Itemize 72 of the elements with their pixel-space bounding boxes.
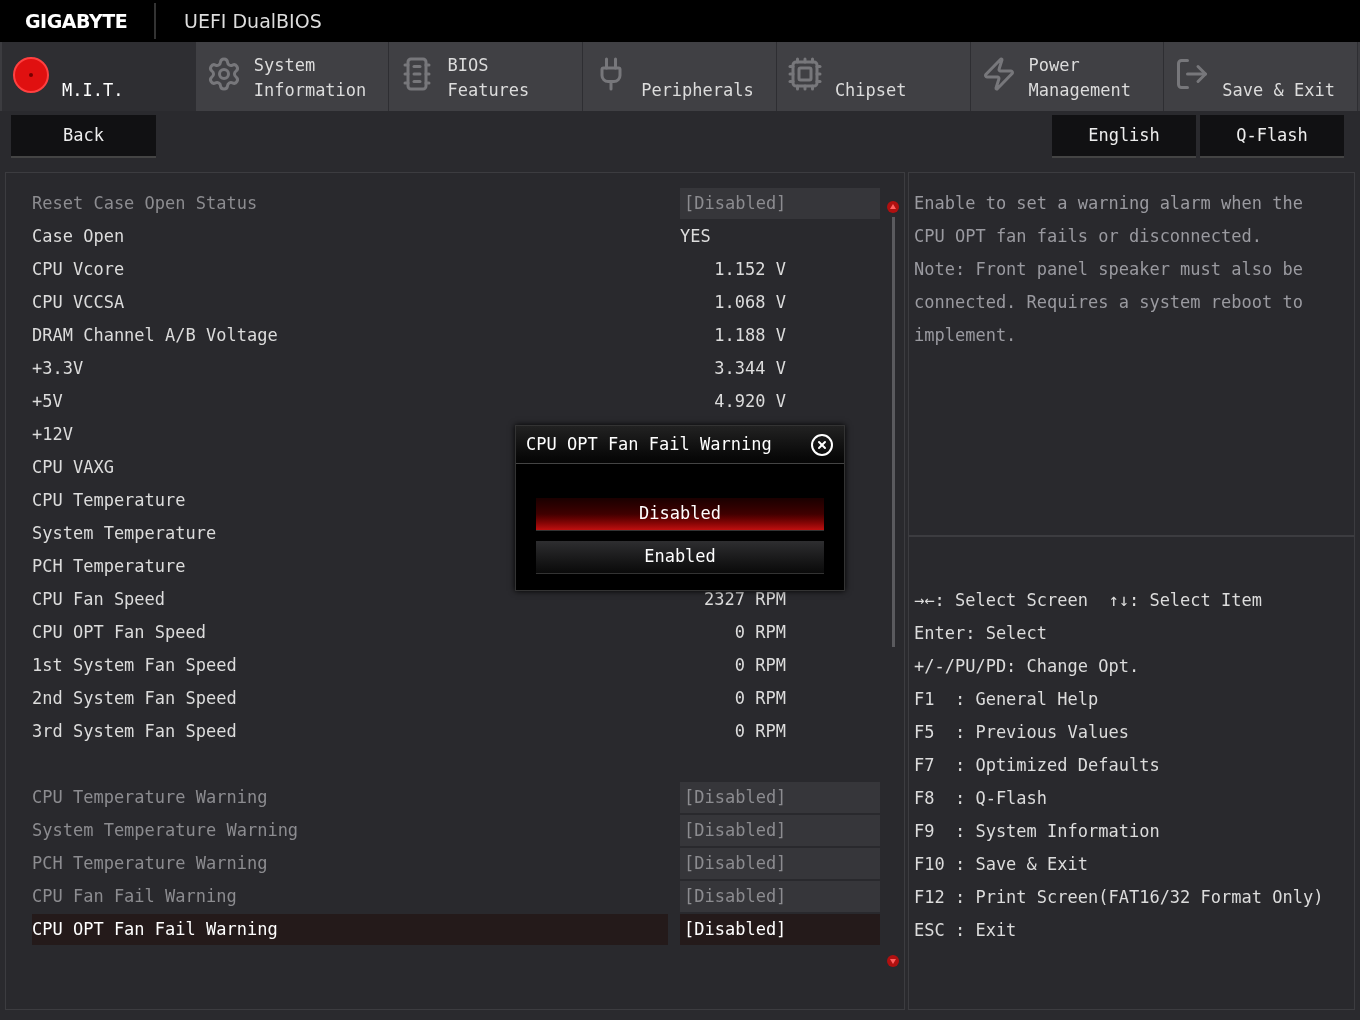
option-value[interactable]: [Disabled] bbox=[680, 914, 880, 945]
reading-value: 1.188 V bbox=[713, 323, 786, 347]
key-hint: →←: Select Screen ↑↓: Select Item bbox=[914, 589, 1263, 612]
setting-label[interactable]: +5V bbox=[32, 388, 63, 415]
chip-icon bbox=[786, 56, 823, 92]
key-hint: F1 : General Help bbox=[914, 688, 1100, 711]
key-hint: F8 : Q-Flash bbox=[914, 787, 1049, 810]
setting-label[interactable]: CPU Fan Speed bbox=[32, 586, 166, 613]
setting-label[interactable]: +3.3V bbox=[32, 355, 84, 382]
key-hint: F9 : System Information bbox=[914, 820, 1161, 843]
reading-value: 0 RPM bbox=[733, 653, 786, 677]
setting-label[interactable]: System Temperature bbox=[32, 520, 217, 547]
tab-label: Information bbox=[253, 79, 367, 102]
setting-label[interactable]: PCH Temperature bbox=[32, 553, 186, 580]
key-hint: F7 : Optimized Defaults bbox=[914, 754, 1161, 777]
brand-logo: GIGABYTE bbox=[24, 8, 129, 34]
reading-value: 3.344 V bbox=[713, 356, 786, 380]
tab-label: M.I.T. bbox=[62, 79, 124, 102]
reading-value: 0 RPM bbox=[733, 620, 786, 644]
setting-label[interactable]: CPU Temperature bbox=[32, 487, 186, 514]
menu-tab[interactable]: System Information bbox=[195, 42, 390, 111]
tab-label: Save & Exit bbox=[1222, 79, 1335, 102]
tab-label: BIOS bbox=[447, 54, 490, 77]
menu-tab[interactable]: Save & Exit bbox=[1164, 42, 1359, 111]
reading-value: 4.920 V bbox=[713, 389, 786, 413]
menu-tab[interactable]: Power Management bbox=[970, 42, 1165, 111]
status-value: YES bbox=[680, 224, 712, 248]
close-icon[interactable] bbox=[810, 432, 834, 457]
reading-value: 0 RPM bbox=[733, 719, 786, 743]
key-hint: F10 : Save & Exit bbox=[914, 853, 1089, 876]
setting-label[interactable]: CPU VCCSA bbox=[32, 289, 125, 316]
reading-value: 1.152 V bbox=[713, 257, 786, 281]
reading-value: 0 RPM bbox=[733, 686, 786, 710]
popup-title: CPU OPT Fan Fail Warning bbox=[526, 432, 772, 456]
menu-tab[interactable]: BIOS Features bbox=[389, 42, 584, 111]
product-title: UEFI DualBIOS bbox=[183, 8, 322, 34]
tab-label: Peripherals bbox=[641, 79, 754, 102]
key-hint: +/-/PU/PD: Change Opt. bbox=[914, 655, 1141, 678]
back-button[interactable]: Back bbox=[11, 115, 156, 156]
tab-label: System bbox=[253, 54, 317, 77]
scrollbar-thumb[interactable] bbox=[891, 217, 895, 647]
top-button[interactable]: English bbox=[1052, 115, 1196, 156]
help-text: Enable to set a warning alarm when the CPU OPT fan fails or disconnected. bbox=[914, 192, 1304, 248]
key-hint: F5 : Previous Values bbox=[914, 721, 1130, 744]
tab-label: Power bbox=[1028, 54, 1081, 77]
setting-label[interactable]: CPU VAXG bbox=[32, 454, 114, 481]
top-button[interactable]: Q-Flash bbox=[1200, 115, 1344, 156]
scroll-up-icon[interactable] bbox=[887, 201, 899, 213]
popup-option[interactable]: Enabled bbox=[536, 541, 824, 574]
help-text: Note: Front panel speaker must also be connected. Requires a system reboot to implement. bbox=[914, 258, 1304, 347]
popup-option[interactable]: Disabled bbox=[536, 498, 824, 531]
tab-label: Chipset bbox=[834, 79, 907, 102]
reading-value: 1.068 V bbox=[713, 290, 786, 314]
menu-tab[interactable]: Peripherals bbox=[583, 42, 777, 111]
scroll-down-icon[interactable] bbox=[887, 955, 899, 967]
setting-label[interactable]: CPU OPT Fan Speed bbox=[32, 619, 206, 646]
setting-label[interactable]: 3rd System Fan Speed bbox=[32, 718, 237, 745]
menu-tab[interactable]: M.I.T. bbox=[2, 42, 196, 111]
setting-label[interactable]: +12V bbox=[32, 421, 73, 448]
menu-tab[interactable]: Chipset bbox=[776, 42, 971, 111]
key-hint: ESC : Exit bbox=[914, 919, 1018, 942]
setting-label[interactable]: 2nd System Fan Speed bbox=[32, 685, 237, 712]
reading-value: 2327 RPM bbox=[703, 587, 786, 611]
setting-label[interactable]: CPU Vcore bbox=[32, 256, 125, 283]
key-hint: Enter: Select bbox=[914, 622, 1049, 645]
key-hint: F12 : Print Screen(FAT16/32 Format Only) bbox=[914, 886, 1325, 909]
tab-label: Features bbox=[447, 79, 530, 102]
disc-icon bbox=[12, 56, 50, 94]
setting-label[interactable]: Case Open bbox=[32, 223, 125, 250]
setting-label[interactable]: 1st System Fan Speed bbox=[32, 652, 237, 679]
tab-label: Management bbox=[1028, 79, 1131, 102]
setting-label[interactable]: DRAM Channel A/B Voltage bbox=[32, 322, 278, 349]
